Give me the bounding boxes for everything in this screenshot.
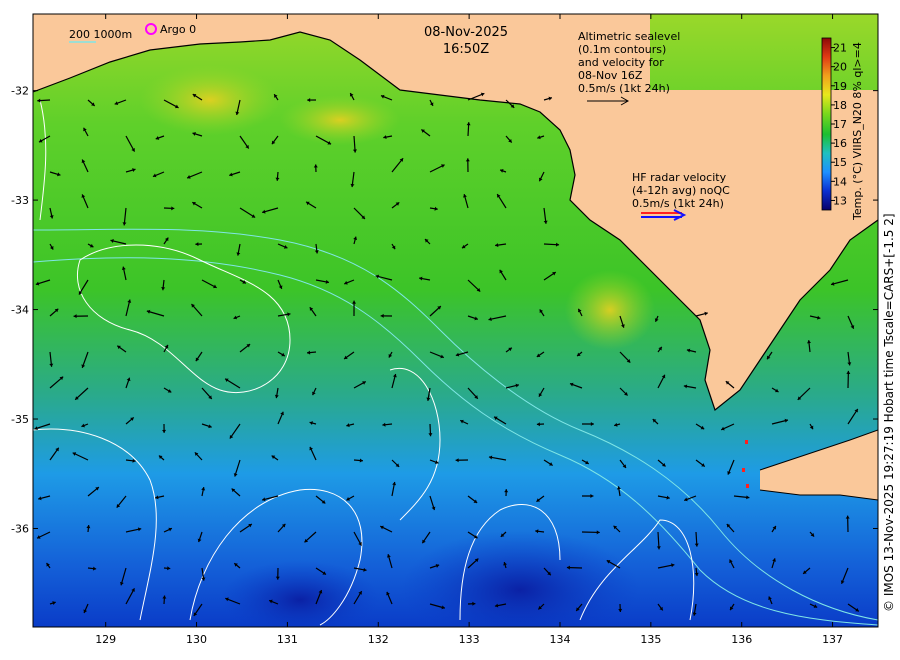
copyright-caption: © IMOS 13-Nov-2025 19:27:19 Hobart time … [882, 213, 896, 612]
y-tick-label: -33 [11, 194, 29, 207]
colorbar-tick-label: 15 [833, 156, 847, 169]
x-tick-label: 133 [459, 633, 480, 646]
altimetry-line: 0.5m/s (1kt 24h) [578, 82, 670, 95]
sst-map-figure: 129 130 131 132 133 134 135 136 137 -32 -33 -34 -35… [11, 13, 896, 650]
x-tick-label: 136 [731, 633, 752, 646]
colorbar-ticks: 21 20 19 18 17 16 15 14 13 [831, 42, 847, 207]
argo-legend-label: Argo 0 [160, 23, 196, 36]
colorbar-label: Temp. (°C) VIIRS_N20 8% ql>=4 [851, 42, 864, 221]
colorbar-tick-label: 20 [833, 61, 847, 74]
colorbar-tick-label: 14 [833, 175, 847, 188]
x-tick-label: 129 [95, 633, 116, 646]
date-label: 08-Nov-2025 [424, 25, 508, 40]
time-label: 16:50Z [443, 42, 489, 57]
radar-line: (4-12h avg) noQC [632, 184, 730, 197]
x-tick-label: 132 [368, 633, 389, 646]
depth-legend-label: 200 1000m [69, 28, 132, 41]
altimetry-line: and velocity for [578, 56, 664, 69]
radar-sample-mark [746, 484, 749, 488]
map-plot-area[interactable] [33, 14, 878, 650]
colorbar-gradient [821, 37, 832, 211]
y-tick-label: -35 [11, 413, 29, 426]
x-tick-label: 134 [549, 633, 570, 646]
warm-water-patch [140, 65, 280, 135]
altimetry-line: 08-Nov 16Z [578, 69, 643, 82]
colorbar-tick-label: 18 [833, 99, 847, 112]
colorbar-tick-label: 21 [833, 42, 847, 55]
y-tick-label: -36 [11, 522, 29, 535]
y-tick-label: -34 [11, 304, 29, 317]
altimetry-line: (0.1m contours) [578, 43, 666, 56]
warm-water-patch [280, 95, 400, 145]
colorbar-tick-label: 17 [833, 118, 847, 131]
altimetry-line: Altimetric sealevel [578, 30, 680, 43]
x-tick-label: 130 [186, 633, 207, 646]
colorbar-tick-label: 16 [833, 137, 847, 150]
colorbar: 21 20 19 18 17 16 15 14 13 Temp. (°C) VIIRS_N20 … [821, 37, 864, 221]
radar-sample-mark [742, 468, 745, 472]
y-tick-label: -32 [11, 85, 29, 98]
cold-water-patch [400, 530, 640, 627]
x-tick-label: 135 [640, 633, 661, 646]
colorbar-tick-label: 19 [833, 80, 847, 93]
colorbar-tick-label: 13 [833, 194, 847, 207]
radar-line: HF radar velocity [632, 171, 727, 184]
x-tick-label: 137 [822, 633, 843, 646]
radar-sample-mark [745, 440, 748, 444]
x-tick-label: 131 [277, 633, 298, 646]
radar-line: 0.5m/s (1kt 24h) [632, 197, 724, 210]
